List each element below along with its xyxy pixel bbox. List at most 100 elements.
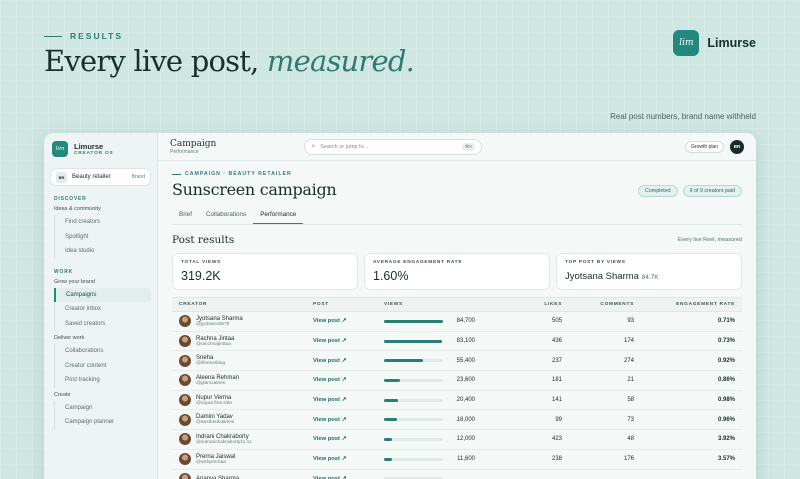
- creator-name: Jyotsana Sharma: [196, 315, 243, 322]
- creator-handle: @nupur.fms.slde: [196, 400, 233, 406]
- creator-handle: @lifeesetblog: [196, 361, 226, 367]
- top-post-views: 84.7K: [641, 274, 659, 281]
- views-bar: [384, 378, 443, 382]
- sidebar-item-creator-content[interactable]: Creator content: [54, 358, 151, 373]
- creator-handle: @racchnajinttaa: [196, 341, 231, 347]
- views-value: 20,400: [456, 397, 475, 404]
- comments-value: 48: [569, 429, 641, 450]
- views-bar-fill: [384, 378, 401, 382]
- table-row[interactable]: Sneha @lifeesetblog View post ↗ 55,400 2…: [172, 350, 742, 372]
- table-row[interactable]: Indrani Chakraborty @indranichakraborty1…: [172, 429, 742, 450]
- sidebar-item-collaborations[interactable]: Collaborations: [54, 344, 151, 359]
- stat-value: 1.60%: [373, 269, 409, 283]
- table-row[interactable]: Prerna Jaiswal @withprernaa View post ↗ …: [172, 449, 742, 470]
- post-cell: View post ↗: [306, 429, 377, 450]
- likes-value: 436: [517, 331, 569, 352]
- view-post-link[interactable]: View post ↗: [313, 417, 346, 423]
- sidebar-item-idea-studio[interactable]: Idea studio: [54, 244, 151, 259]
- eyebrow-text: RESULTS: [70, 31, 124, 41]
- sidebar-brand[interactable]: lim Limurse CREATOR OS: [50, 141, 151, 157]
- stat-card-top-post: TOP POST BY VIEWS Jyotsana Sharma 84.7K: [556, 253, 742, 290]
- tab-collaborations[interactable]: Collaborations: [199, 207, 253, 224]
- comments-value: 93: [569, 311, 641, 332]
- stat-label: TOTAL VIEWS: [181, 260, 221, 265]
- sidebar-item-post-tracking[interactable]: Post tracking: [54, 373, 151, 388]
- app-name: Limurse: [74, 142, 104, 151]
- creator: Prerna Jaiswal @withprernaa: [179, 453, 306, 466]
- sidebar-item-saved-creators[interactable]: Saved creators: [54, 316, 151, 331]
- view-post-link[interactable]: View post ↗: [313, 456, 346, 462]
- post-cell: View post ↗: [306, 311, 377, 332]
- sidebar-item-spotlight[interactable]: Spotlight: [54, 229, 151, 244]
- hero-brand: lim Limurse: [673, 30, 756, 56]
- sidebar-item-campaigns[interactable]: Campaigns: [54, 287, 151, 302]
- views-cell: 55,400: [377, 350, 517, 372]
- views: 11,600: [384, 456, 517, 462]
- col-views: VIEWS: [377, 297, 517, 312]
- section-note: Every live Reel, measured: [677, 237, 742, 243]
- org-switcher[interactable]: BR Beauty retailer Brand: [50, 168, 151, 186]
- engagement-value: 0.92%: [641, 350, 742, 372]
- likes-value: 141: [517, 390, 569, 411]
- likes-value: 238: [517, 449, 569, 470]
- tab-brief[interactable]: Brief: [172, 207, 199, 224]
- sidebar-nav: DISCOVER Ideas & community Find creators Sp…: [50, 196, 151, 430]
- creator: Sneha @lifeesetblog: [179, 354, 306, 367]
- view-post-link[interactable]: View post ↗: [313, 436, 346, 442]
- top-post-name: Jyotsana Sharma: [565, 271, 639, 282]
- tab-performance[interactable]: Performance: [253, 207, 304, 224]
- sidebar-group-label: Deliver work: [54, 335, 85, 341]
- table-row[interactable]: Rachna Jintaa @racchnajinttaa View post …: [172, 331, 742, 352]
- sidebar-item-campaign-planner[interactable]: Campaign planner: [54, 415, 151, 430]
- view-post-link[interactable]: View post ↗: [313, 358, 346, 364]
- likes-value: 423: [517, 429, 569, 450]
- view-post-link[interactable]: View post ↗: [313, 377, 346, 383]
- search-input[interactable]: ⌕ Search or jump to... ⌘K: [304, 138, 483, 155]
- col-comments: COMMENTS: [569, 297, 641, 312]
- table-row[interactable]: Damini Yadav @aesthetikdamini View post …: [172, 409, 742, 431]
- view-post-link[interactable]: View post ↗: [313, 397, 346, 403]
- creator-handle: @withprernaa: [196, 459, 226, 465]
- creator: Indrani Chakraborty @indranichakraborty1…: [179, 433, 306, 446]
- view-post-link[interactable]: View post ↗: [313, 338, 346, 344]
- comments-value: 274: [569, 350, 641, 372]
- org-avatar: BR: [56, 171, 67, 183]
- engagement-value: [641, 469, 742, 479]
- views-cell: [377, 469, 517, 479]
- engagement-value: 0.96%: [641, 409, 742, 431]
- engagement-value: 0.98%: [641, 390, 742, 411]
- avatar[interactable]: BR: [730, 139, 744, 154]
- engagement-value: 0.71%: [641, 311, 742, 332]
- creator-name: Rachna Jintaa: [196, 335, 235, 342]
- topbar-right: Growth plan BR: [685, 139, 744, 154]
- table-row[interactable]: Ananya Sharma View post ↗: [172, 469, 742, 479]
- page-subtitle: Performance: [170, 148, 199, 155]
- table-row[interactable]: Nupur Verma @nupur.fms.slde View post ↗ …: [172, 390, 742, 411]
- plan-button[interactable]: Growth plan: [685, 140, 724, 153]
- table-row[interactable]: Aleena Rehman @glamxaleen View post ↗ 23…: [172, 370, 742, 391]
- view-post-link[interactable]: View post ↗: [313, 318, 346, 324]
- creator: Ananya Sharma: [179, 472, 306, 479]
- table-row[interactable]: Jyotsana Sharma @jyotsana3579 View post …: [172, 311, 742, 332]
- sidebar-item-find-creators[interactable]: Find creators: [54, 215, 151, 230]
- eyebrow-line: [44, 35, 62, 37]
- views: 20,400: [384, 397, 517, 403]
- sidebar-item-creator-inbox[interactable]: Creator inbox: [54, 302, 151, 317]
- comments-value: 73: [569, 409, 641, 431]
- topbar: Campaign Performance ⌕ Search or jump to…: [158, 133, 756, 161]
- views-bar: [384, 437, 443, 441]
- engagement-value: 3.57%: [641, 449, 742, 470]
- views: 18,000: [384, 417, 517, 423]
- creator-avatar: [179, 413, 191, 426]
- search-placeholder: Search or jump to...: [320, 143, 369, 150]
- comments-value: 176: [569, 449, 641, 470]
- views-bar: [384, 319, 443, 323]
- sidebar-item-campaign[interactable]: Campaign: [54, 400, 151, 415]
- views-bar: [384, 457, 443, 461]
- views-cell: 83,100: [377, 331, 517, 352]
- section-header: Post results Every live Reel, measured: [172, 234, 742, 246]
- hero-note: Real post numbers, brand name withheld: [610, 112, 756, 121]
- stat-label: TOP POST BY VIEWS: [565, 260, 626, 265]
- views-value: 23,600: [456, 377, 475, 384]
- stat-card-engagement: AVERAGE ENGAGEMENT RATE 1.60%: [364, 253, 550, 290]
